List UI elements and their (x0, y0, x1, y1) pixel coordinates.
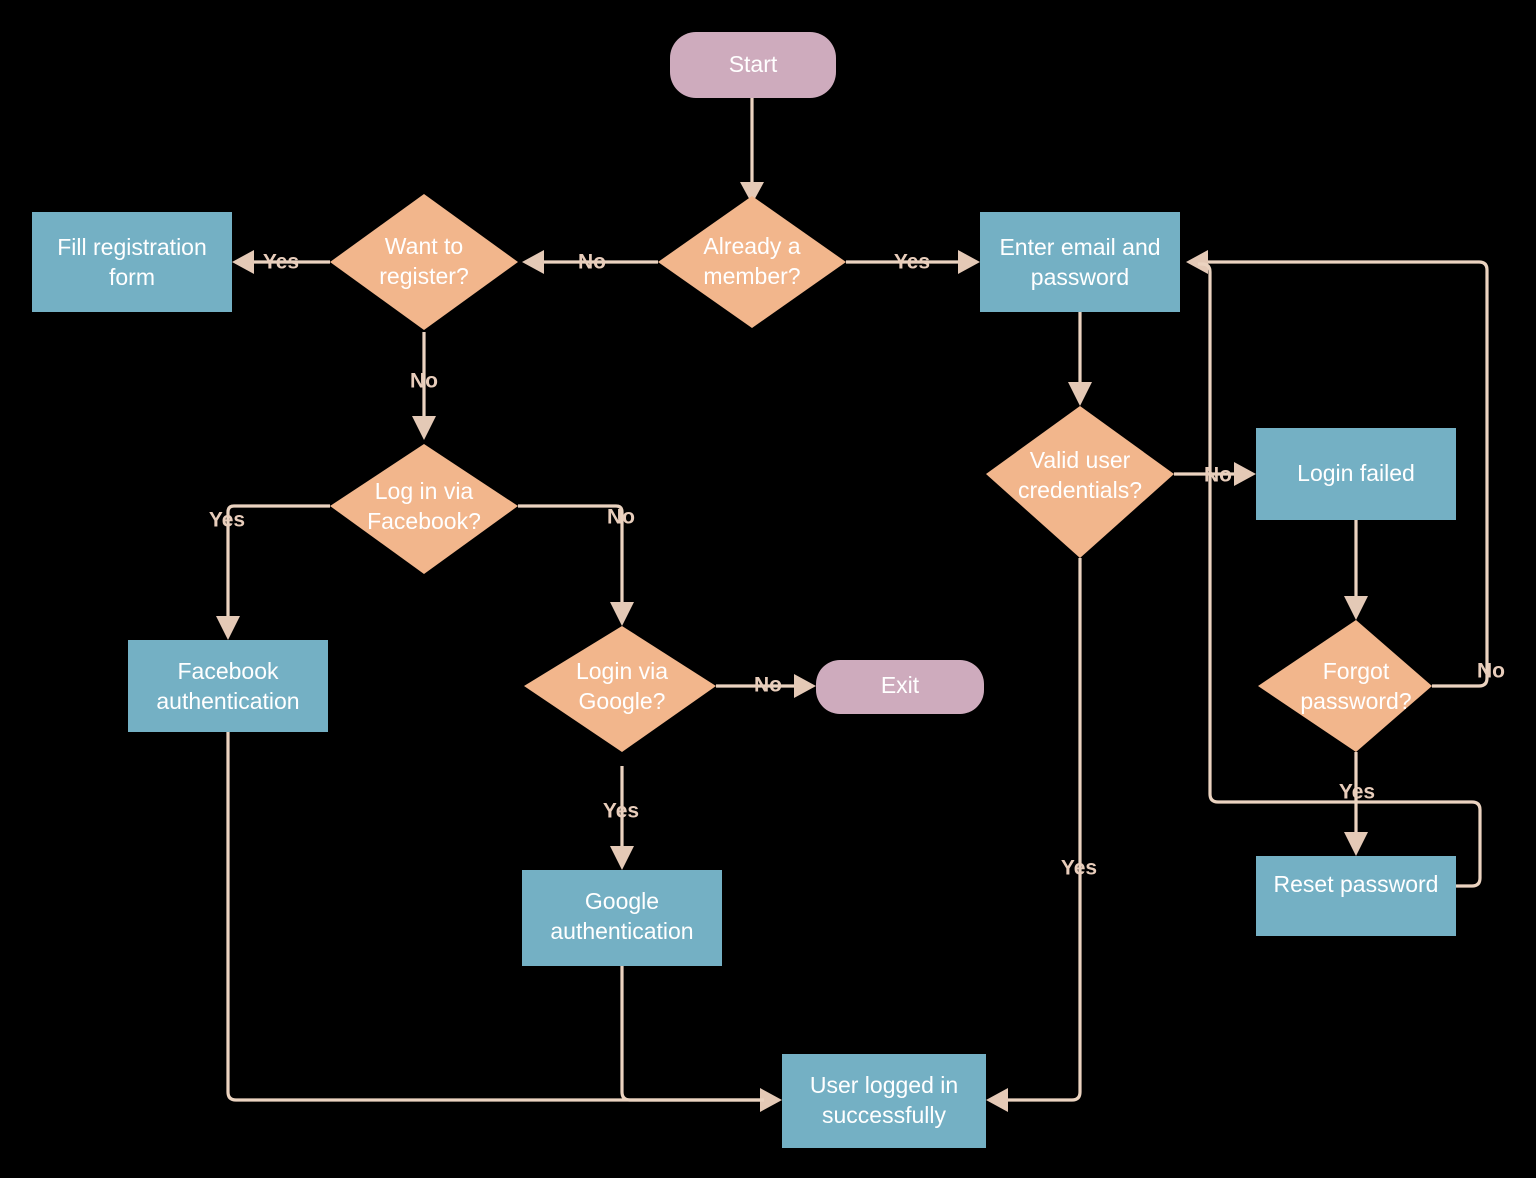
node-exit[interactable]: Exit (816, 660, 984, 714)
arrowhead-want-register-no (412, 416, 436, 440)
arrowhead-login-google-no (794, 674, 816, 698)
fill-registration-form-label-line2: form (109, 264, 155, 290)
fill-registration-form-shape (32, 212, 232, 312)
enter-email-label-line1: Enter email and (999, 234, 1160, 260)
edge-label-already-member-yes: Yes (894, 251, 930, 274)
google-authentication-label-line2: authentication (550, 918, 693, 944)
flowchart-canvas: Want to register? --> Enter email and pa… (0, 0, 1536, 1178)
exit-label: Exit (881, 672, 920, 698)
fill-registration-form-label-line1: Fill registration (57, 234, 207, 260)
facebook-authentication-shape (128, 640, 328, 732)
node-facebook-authentication[interactable]: Facebook authentication (128, 640, 328, 732)
edge-label-already-member-no: No (578, 251, 606, 274)
arrowhead-forgot-password-no (1186, 250, 1208, 274)
node-already-a-member[interactable]: Already a member? (658, 196, 846, 328)
enter-email-label-line2: password (1031, 264, 1129, 290)
facebook-authentication-label-line2: authentication (156, 688, 299, 714)
login-via-google-label-line1: Login via (576, 658, 668, 684)
already-a-member-label-line2: member? (703, 263, 800, 289)
node-login-failed[interactable]: Login failed (1256, 428, 1456, 520)
edge-label-login-google-yes: Yes (603, 800, 639, 823)
want-to-register-label-line1: Want to (385, 233, 463, 259)
reset-password-label: Reset password (1274, 871, 1439, 897)
edge-google-auth-to-success (620, 966, 764, 1102)
log-in-via-facebook-label-line1: Log in via (375, 478, 474, 504)
valid-user-credentials-label-line1: Valid user (1030, 447, 1131, 473)
want-to-register-label-line2: register? (379, 263, 468, 289)
user-logged-in-label-line1: User logged in (810, 1072, 958, 1098)
user-logged-in-shape (782, 1054, 986, 1148)
arrowhead-valid-credentials-yes (986, 1088, 1008, 1112)
arrowhead-login-google-yes (610, 846, 634, 870)
node-login-via-google[interactable]: Login via Google? (524, 626, 716, 752)
node-log-in-via-facebook[interactable]: Log in via Facebook? (330, 444, 518, 574)
edge-label-forgot-password-yes: Yes (1339, 781, 1375, 804)
arrowhead-already-member-no (522, 250, 544, 274)
node-start[interactable]: Start (670, 32, 836, 98)
arrowhead-want-register-yes (232, 250, 254, 274)
edge-label-forgot-password-no: No (1477, 660, 1505, 683)
node-forgot-password[interactable]: Forgot password? (1258, 620, 1432, 752)
already-a-member-label-line1: Already a (703, 233, 800, 259)
arrowhead-login-facebook-yes (216, 616, 240, 640)
edge-label-valid-credentials-yes: Yes (1061, 857, 1097, 880)
edge-label-layer: No Yes Yes No Yes No No Yes No Yes No Ye… (209, 251, 1505, 880)
edge-valid-credentials-yes (1004, 558, 1082, 1102)
valid-user-credentials-label-line2: credentials? (1018, 477, 1142, 503)
forgot-password-label-line2: password? (1300, 688, 1411, 714)
google-authentication-label-line1: Google (585, 888, 659, 914)
forgot-password-label-line1: Forgot (1323, 658, 1390, 684)
node-enter-email-and-password[interactable]: Enter email and password (980, 212, 1180, 312)
edge-label-login-facebook-yes: Yes (209, 509, 245, 532)
arrowhead-valid-credentials-no (1234, 462, 1256, 486)
arrowhead-login-failed-to-forgot (1344, 596, 1368, 620)
login-failed-label: Login failed (1297, 460, 1415, 486)
facebook-authentication-label-line1: Facebook (177, 658, 279, 684)
flowchart-svg: Want to register? --> Enter email and pa… (32, 32, 1505, 1148)
edge-label-login-facebook-no: No (607, 506, 635, 529)
arrowhead-forgot-password-yes (1344, 832, 1368, 856)
node-google-authentication[interactable]: Google authentication (522, 870, 722, 966)
arrowhead-already-member-yes (958, 250, 980, 274)
already-a-member-shape (658, 196, 846, 328)
arrowhead-login-facebook-no (610, 602, 634, 626)
start-label: Start (729, 51, 778, 77)
user-logged-in-label-line2: successfully (822, 1102, 946, 1128)
arrowhead-enter-email-to-valid (1068, 382, 1092, 406)
node-valid-user-credentials[interactable]: Valid user credentials? (986, 406, 1174, 558)
edge-label-valid-credentials-no: No (1204, 464, 1232, 487)
edge-label-want-register-no: No (410, 370, 438, 393)
edge-label-login-google-no: No (754, 674, 782, 697)
node-user-logged-in-successfully[interactable]: User logged in successfully (782, 1054, 986, 1148)
enter-email-and-password-shape (980, 212, 1180, 312)
want-to-register-shape (330, 194, 518, 330)
node-fill-registration-form[interactable]: Fill registration form (32, 212, 232, 312)
forgot-password-shape (1258, 620, 1432, 752)
node-reset-password[interactable]: Reset password (1256, 856, 1456, 936)
node-want-to-register[interactable]: Want to register? (330, 194, 518, 330)
edge-label-want-register-yes: Yes (263, 251, 299, 274)
log-in-via-facebook-label-line2: Facebook? (367, 508, 481, 534)
login-via-google-label-line2: Google? (579, 688, 666, 714)
node-layer: Start Fill registration form Want to reg… (32, 32, 1456, 1148)
